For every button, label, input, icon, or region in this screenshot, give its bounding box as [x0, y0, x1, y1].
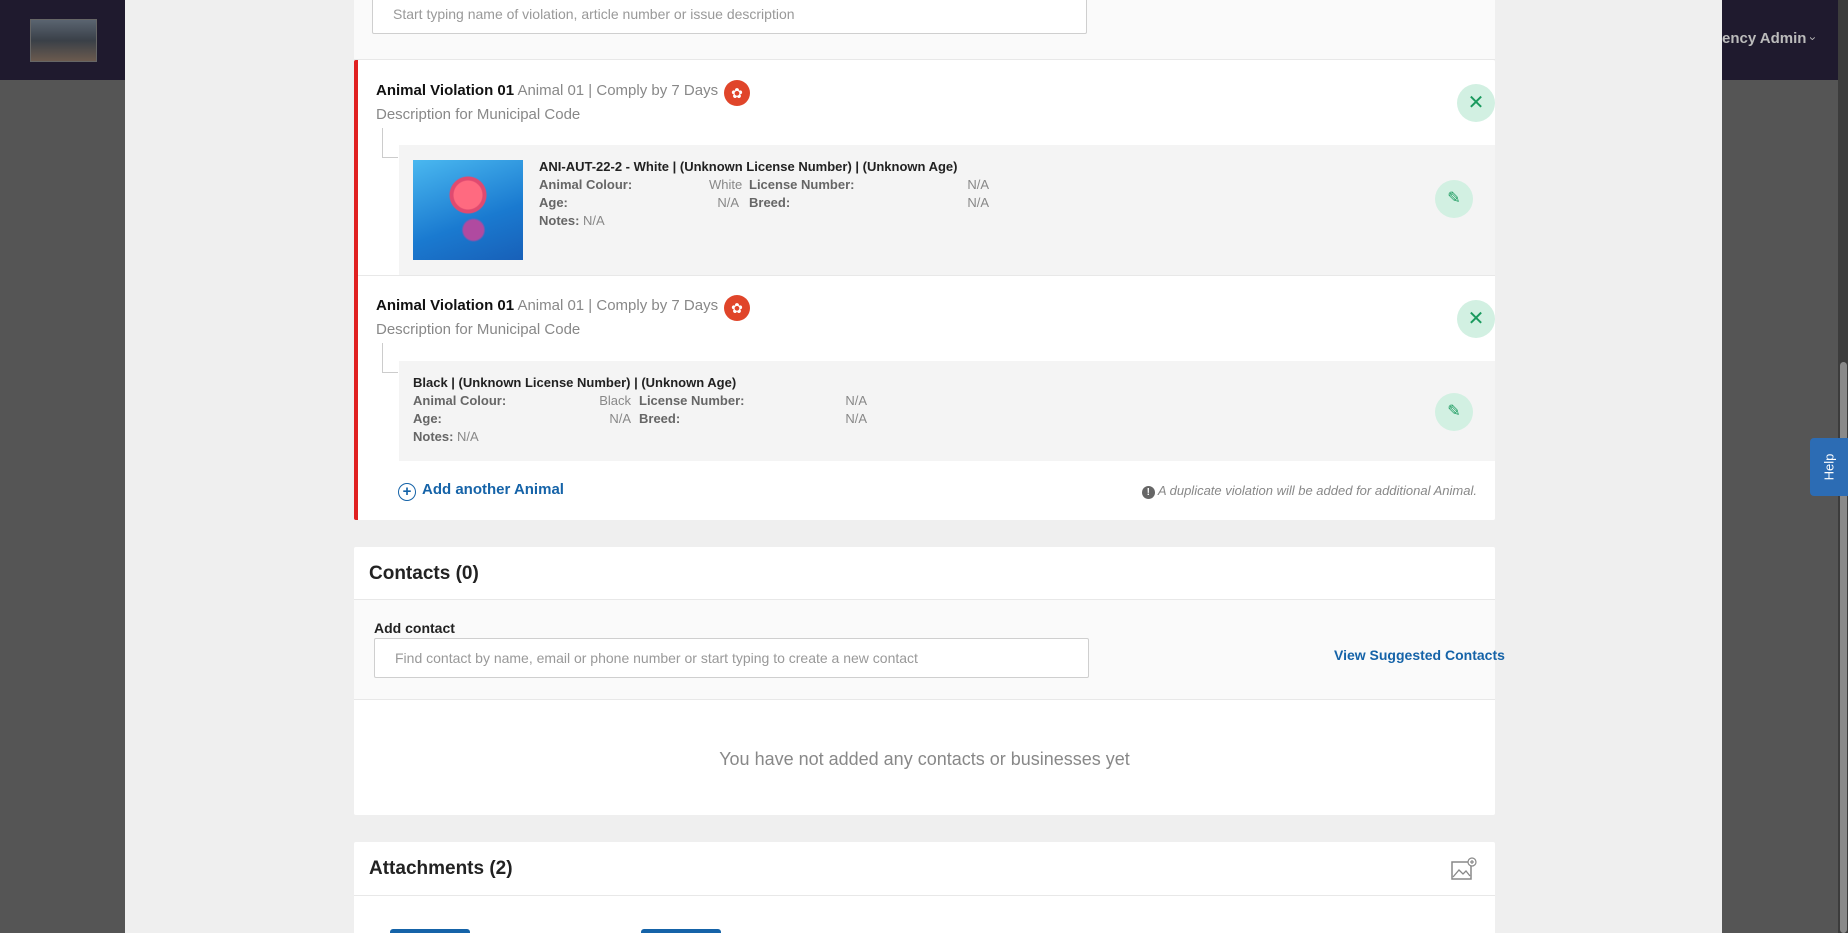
violation-search-input[interactable]: Start typing name of violation, article …: [372, 0, 1087, 34]
add-animal-label: Add another Animal: [422, 481, 564, 498]
age-value: N/A: [717, 195, 739, 210]
info-icon: !: [1141, 486, 1155, 499]
remove-violation-button[interactable]: ✕: [1457, 300, 1495, 338]
edit-animal-button[interactable]: ✎: [1435, 393, 1473, 431]
backdrop-left: [0, 80, 125, 933]
breed-label: Breed:: [639, 411, 681, 426]
attachment-thumbnail[interactable]: [390, 929, 470, 933]
violation-title: Animal Violation 01 Animal 01 | Comply b…: [376, 82, 718, 99]
age-value: N/A: [609, 411, 631, 426]
divider: [354, 895, 1495, 896]
license-number-value: N/A: [845, 393, 867, 408]
notes-value: N/A: [583, 213, 605, 228]
user-menu-label: ency Admin: [1722, 30, 1807, 47]
attachment-thumbnail[interactable]: [641, 929, 721, 933]
contacts-card: Contacts (0) Add contact Find contact by…: [354, 547, 1505, 815]
violation-name: Animal Violation 01: [376, 82, 515, 99]
notes-label: Notes:: [413, 429, 454, 444]
edit-animal-button[interactable]: ✎: [1435, 180, 1473, 218]
paw-icon: ✿: [724, 80, 750, 106]
help-button[interactable]: Help: [1810, 438, 1848, 496]
add-contact-label: Add contact: [374, 620, 455, 636]
duplicate-note-text: A duplicate violation will be added for …: [1157, 483, 1477, 498]
animal-colour-value: Black: [599, 393, 631, 408]
contacts-empty-message: You have not added any contacts or busin…: [719, 749, 1130, 769]
violation-search-area: Start typing name of violation, article …: [354, 0, 1495, 60]
animal-colour-label: Animal Colour:: [413, 393, 507, 408]
background-thumbnail: [30, 19, 97, 62]
license-number-label: License Number:: [639, 393, 745, 408]
violations-card: Animal Violation 01 Animal 01 | Comply b…: [354, 60, 1495, 520]
animal-photo[interactable]: [413, 160, 523, 260]
license-number-value: N/A: [967, 177, 989, 192]
contact-search-input[interactable]: Find contact by name, email or phone num…: [374, 638, 1089, 678]
add-contact-row: Add contact Find contact by name, email …: [354, 600, 1505, 700]
divider: [358, 275, 1495, 276]
violation-description: Description for Municipal Code: [376, 321, 581, 338]
violation-title: Animal Violation 01 Animal 01 | Comply b…: [376, 297, 718, 314]
add-image-icon[interactable]: [1451, 857, 1477, 881]
help-label: Help: [1821, 453, 1837, 481]
modal-dialog: Start typing name of violation, article …: [125, 0, 1722, 933]
breed-value: N/A: [967, 195, 989, 210]
violation-meta: Animal 01 | Comply by 7 Days: [517, 297, 719, 314]
animal-detail: Black | (Unknown License Number) | (Unkn…: [399, 361, 1495, 461]
add-animal-button[interactable]: + Add another Animal: [398, 481, 564, 501]
animal-name: Black | (Unknown License Number) | (Unkn…: [413, 375, 737, 390]
license-number-label: License Number:: [749, 177, 855, 192]
animal-colour-label: Animal Colour:: [539, 177, 633, 192]
breed-label: Breed:: [749, 195, 791, 210]
duplicate-violation-note: ! A duplicate violation will be added for…: [1141, 483, 1477, 499]
contacts-header: Contacts (0): [354, 547, 1495, 600]
chevron-down-icon: ›: [1806, 36, 1820, 41]
attachments-title: Attachments (2): [369, 858, 513, 879]
attachments-card: Attachments (2): [354, 842, 1495, 933]
age-label: Age:: [539, 195, 568, 210]
notes-value: N/A: [457, 429, 479, 444]
animal-detail: ANI-AUT-22-2 - White | (Unknown License …: [399, 145, 1495, 275]
violation-description: Description for Municipal Code: [376, 106, 581, 123]
remove-violation-button[interactable]: ✕: [1457, 84, 1495, 122]
age-label: Age:: [413, 411, 442, 426]
violation-meta: Animal 01 | Comply by 7 Days: [517, 82, 719, 99]
contacts-title: Contacts (0): [369, 563, 479, 584]
plus-circle-icon: +: [398, 483, 416, 501]
paw-icon: ✿: [724, 295, 750, 321]
tree-connector: [382, 128, 398, 158]
notes-label: Notes:: [539, 213, 580, 228]
breed-value: N/A: [845, 411, 867, 426]
animal-name: ANI-AUT-22-2 - White | (Unknown License …: [539, 159, 958, 174]
tree-connector: [382, 343, 398, 373]
backdrop-right: [1722, 80, 1848, 933]
view-suggested-contacts-link[interactable]: View Suggested Contacts: [1334, 647, 1505, 663]
animal-colour-value: White: [709, 177, 743, 192]
user-menu[interactable]: ency Admin›: [1722, 30, 1820, 47]
violation-name: Animal Violation 01: [376, 297, 515, 314]
